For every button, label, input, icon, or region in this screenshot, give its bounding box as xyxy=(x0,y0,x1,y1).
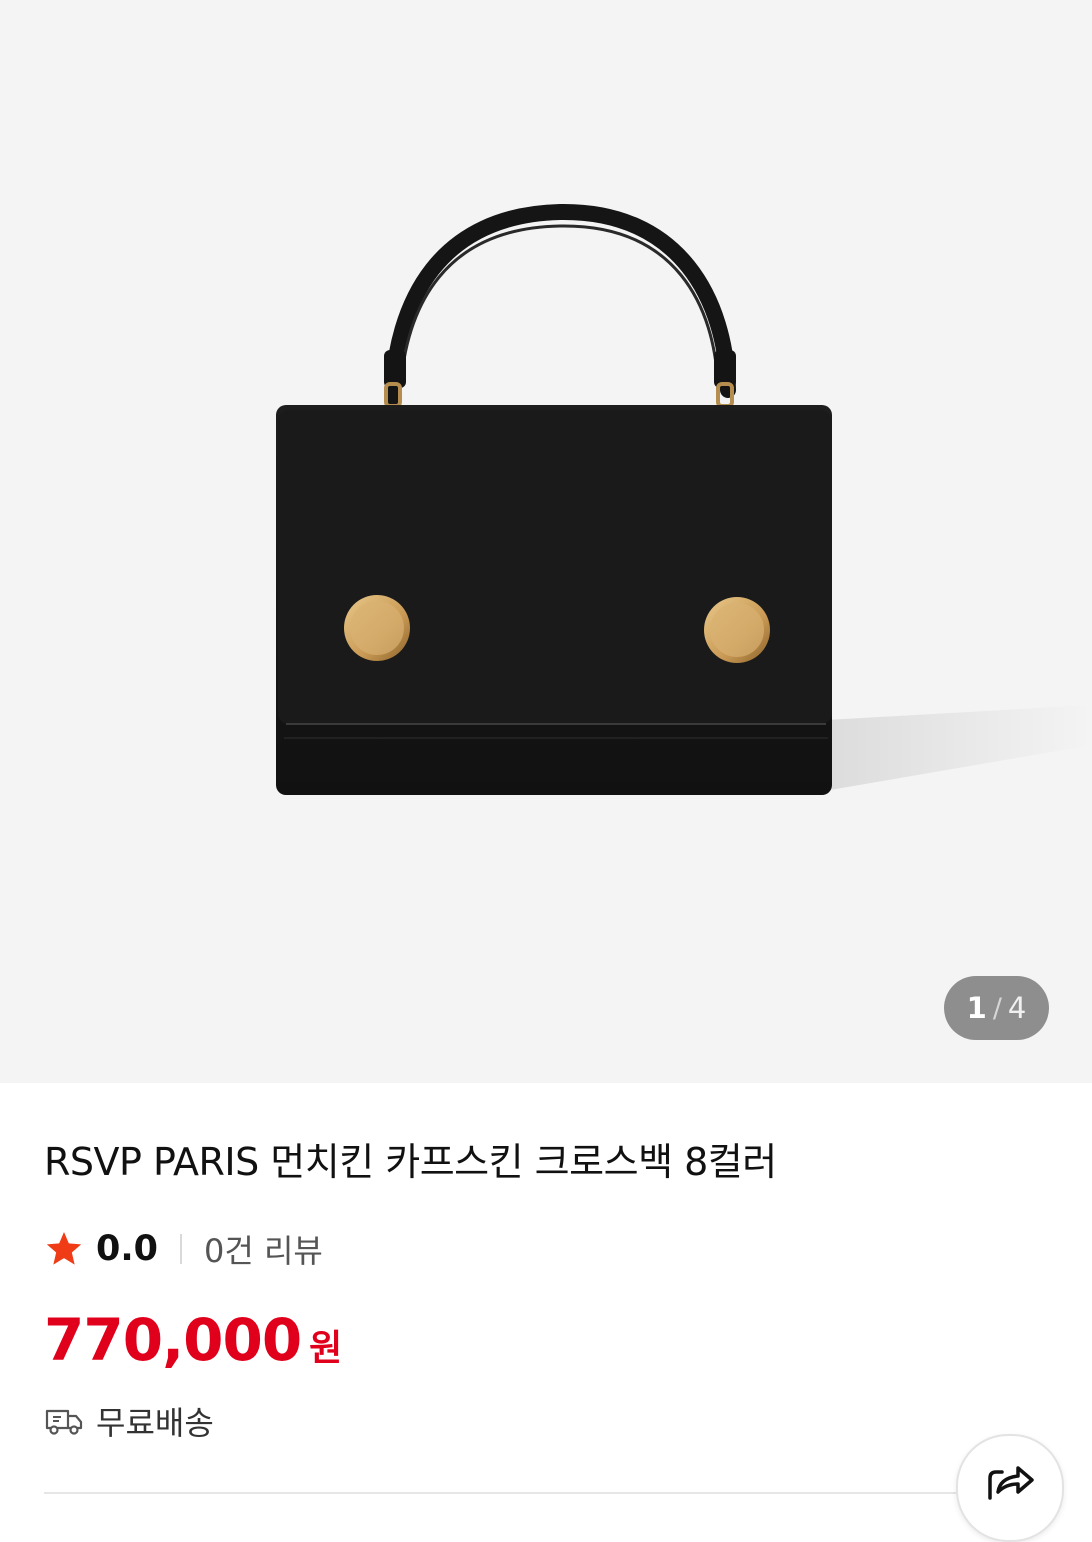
price-row: 770,000 원 xyxy=(44,1306,342,1378)
image-page-counter: 1 / 4 xyxy=(944,976,1049,1040)
rating-divider xyxy=(180,1234,183,1264)
price-currency: 원 xyxy=(309,1328,343,1369)
review-count-link[interactable]: 0건 리뷰 xyxy=(204,1226,323,1272)
rating-row[interactable]: 0.0 0건 리뷰 xyxy=(44,1226,323,1272)
price-amount: 770,000 xyxy=(44,1306,302,1374)
share-icon xyxy=(988,1466,1034,1500)
page-separator: / xyxy=(992,992,1002,1024)
product-image xyxy=(276,203,1092,795)
shipping-label: 무료배송 xyxy=(96,1404,214,1442)
total-pages: 4 xyxy=(1007,991,1027,1025)
truck-icon xyxy=(45,1409,83,1435)
product-title: RSVP PARIS 먼치킨 카프스킨 크로스백 8컬러 xyxy=(44,1140,777,1184)
current-page: 1 xyxy=(966,991,987,1025)
product-image-gallery[interactable]: 1 / 4 xyxy=(0,0,1092,1083)
star-icon xyxy=(46,1232,82,1265)
rating-score: 0.0 xyxy=(96,1229,159,1269)
share-button[interactable] xyxy=(956,1434,1064,1542)
section-divider xyxy=(44,1492,1050,1494)
shipping-row: 무료배송 xyxy=(44,1398,214,1444)
